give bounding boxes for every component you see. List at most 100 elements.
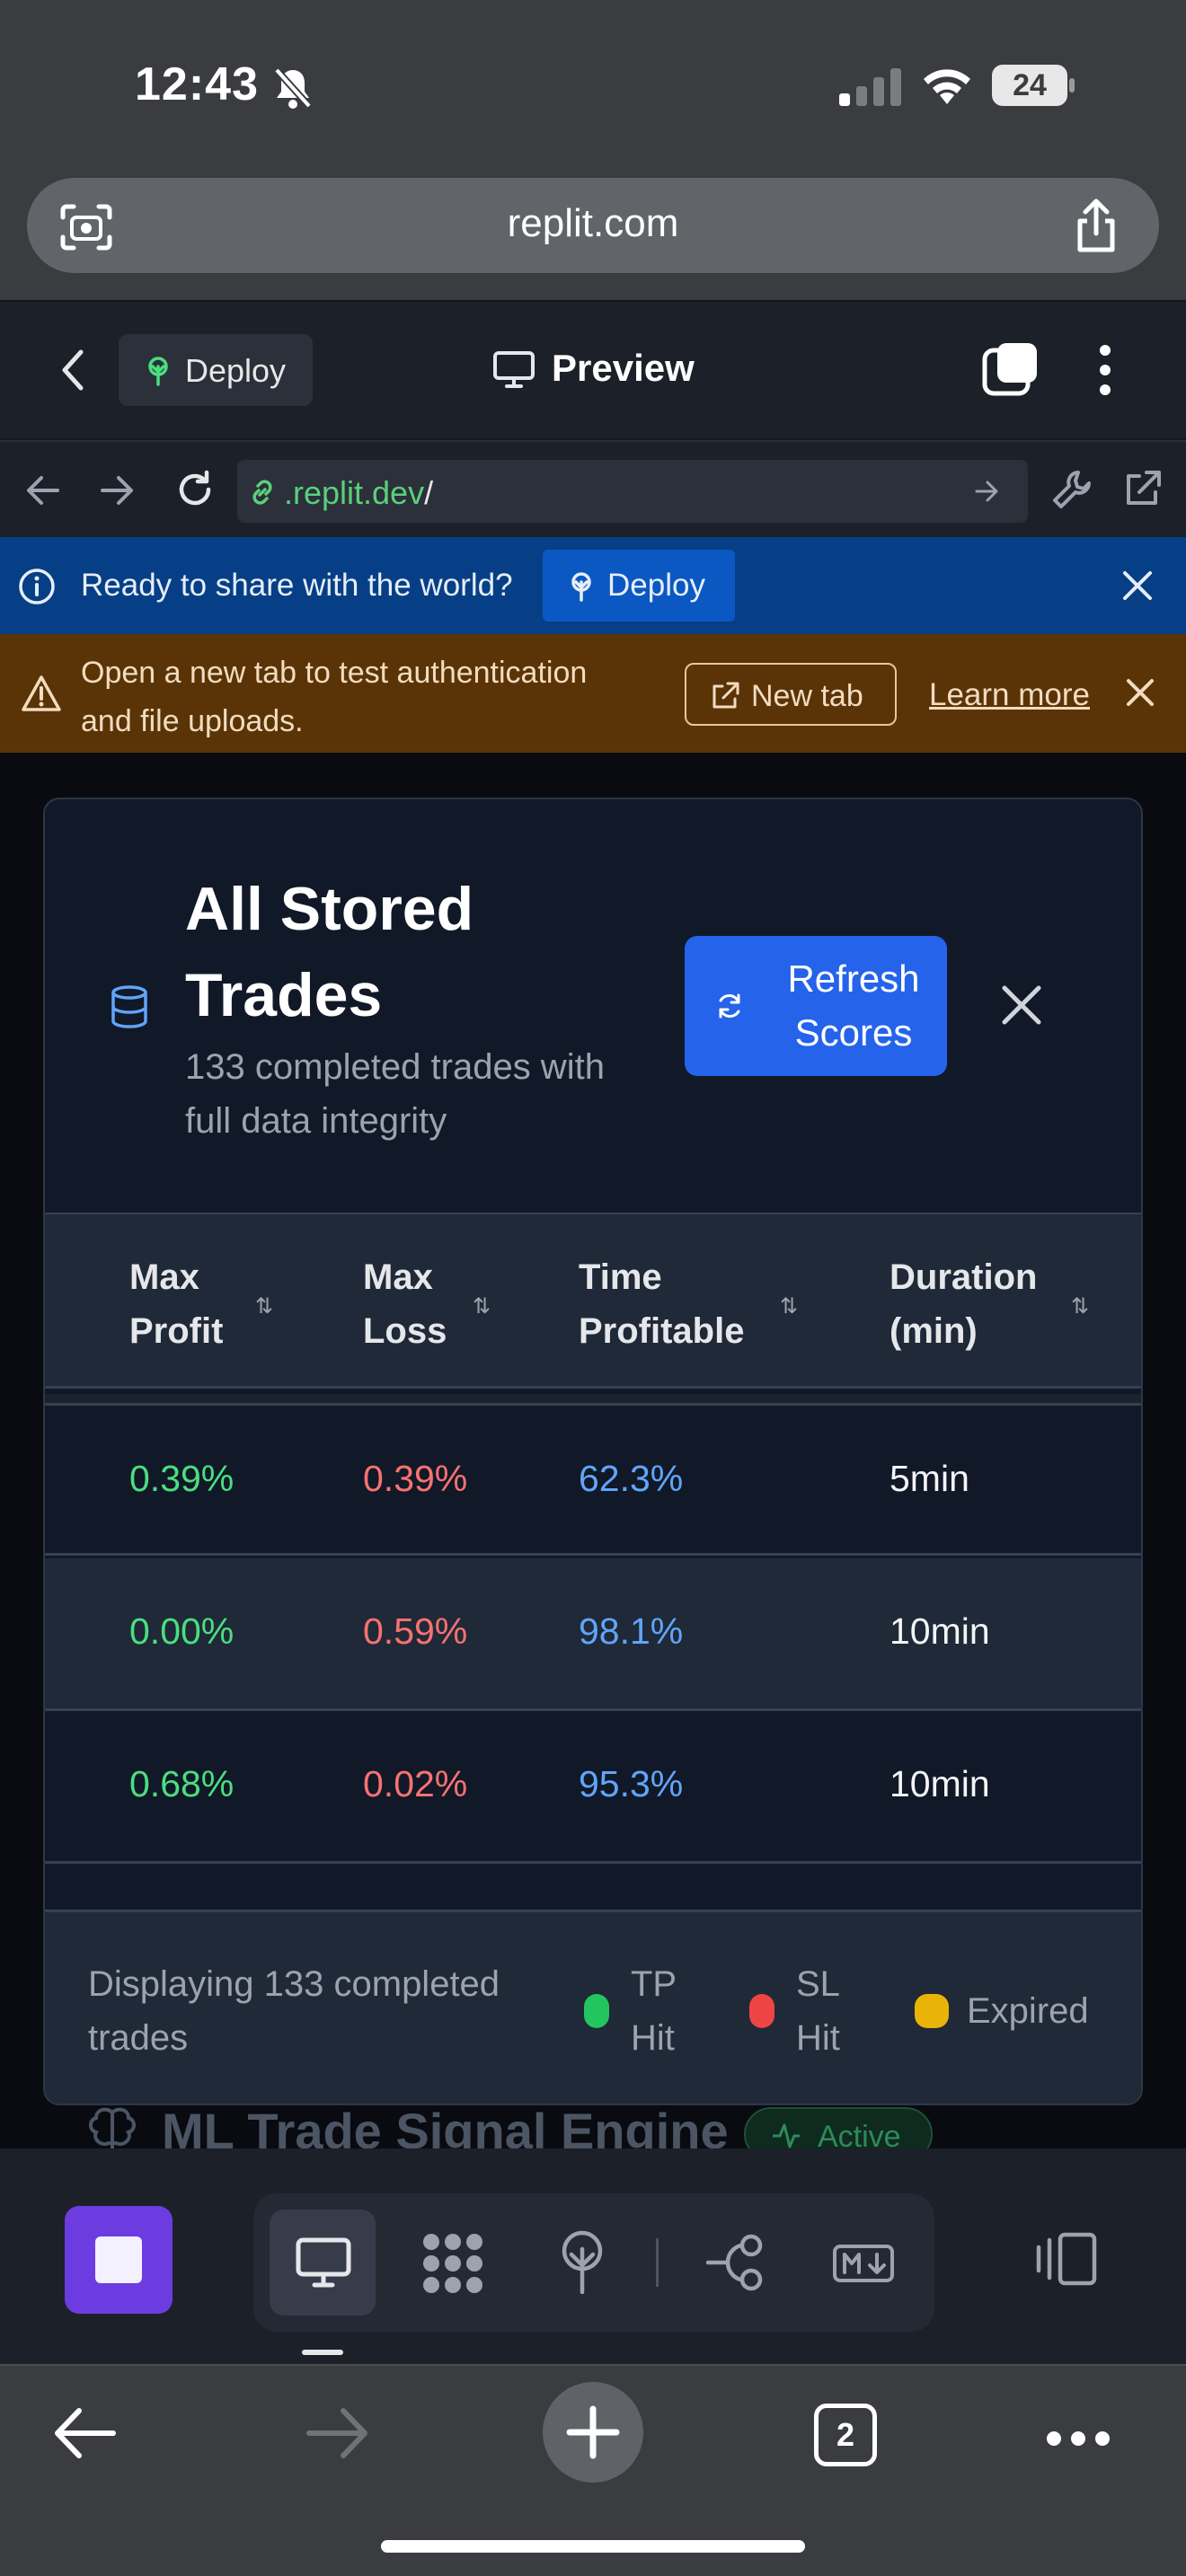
max-profit-cell: 0.39% <box>129 1458 235 1499</box>
refresh-scores-label: Refresh Scores <box>787 957 920 1054</box>
sort-icon[interactable]: ⇅ <box>255 1293 273 1319</box>
column-header-max-profit[interactable]: Max Profit <box>129 1250 223 1358</box>
new-tab-button[interactable]: New tab <box>685 663 897 726</box>
legend-dot-tp <box>584 1994 609 2028</box>
table-footer: Displaying 133 completed trades TP Hit SL… <box>45 1910 1141 2104</box>
max-profit-cell: 0.00% <box>129 1610 235 1652</box>
legend-label-tp: TP Hit <box>631 1964 677 2058</box>
safari-address-bar[interactable]: replit.com <box>27 178 1159 273</box>
max-loss-cell: 0.59% <box>363 1610 468 1652</box>
more-vertical-icon[interactable] <box>1094 343 1116 397</box>
split-view-icon[interactable] <box>1033 2231 1098 2287</box>
external-link-icon[interactable] <box>1121 469 1163 510</box>
plus-icon <box>566 2405 620 2459</box>
sort-icon[interactable]: ⇅ <box>1071 1293 1089 1319</box>
refresh-scores-button[interactable]: Refresh Scores <box>685 936 947 1076</box>
column-header-max-loss[interactable]: Max Loss <box>363 1250 447 1358</box>
ios-top-chrome: 12:43 24 replit.com <box>0 0 1186 300</box>
close-icon[interactable] <box>1121 569 1154 602</box>
tabs-square-icon[interactable] <box>981 340 1040 399</box>
more-horizontal-icon[interactable] <box>1046 2430 1111 2447</box>
warning-icon <box>20 674 63 713</box>
external-link-icon <box>710 681 740 711</box>
share-banner: Ready to share with the world? Deploy <box>0 537 1186 634</box>
time-profitable-cell: 62.3% <box>579 1458 684 1499</box>
tool-switcher <box>253 2193 934 2332</box>
deploy-label: Deploy <box>185 352 287 389</box>
workspace-dots-icon[interactable] <box>419 2231 487 2296</box>
table-header: Max Profit ⇅ Max Loss ⇅ Time Profitable ⇅ D… <box>45 1213 1141 1389</box>
home-indicator <box>381 2540 805 2553</box>
safari-back-icon[interactable] <box>52 2405 117 2461</box>
max-profit-cell: 0.68% <box>129 1763 235 1804</box>
nav-forward-icon[interactable] <box>99 474 135 507</box>
share-deploy-label: Deploy <box>607 568 705 603</box>
new-tab-label: New tab <box>751 679 863 713</box>
tabs-count-button[interactable]: 2 <box>814 2404 877 2466</box>
max-loss-cell: 0.02% <box>363 1763 468 1804</box>
learn-more-link[interactable]: Learn more <box>929 677 1090 713</box>
legend-dot-sl <box>749 1994 774 2028</box>
status-time: 12:43 <box>135 58 259 110</box>
close-modal-icon[interactable] <box>1001 984 1042 1026</box>
duration-cell: 10min <box>890 1610 990 1652</box>
git-branch-icon[interactable] <box>704 2233 767 2292</box>
go-arrow-icon[interactable] <box>974 480 1001 503</box>
replit-bottom-toolbar <box>0 2148 1186 2364</box>
toolbar-divider <box>656 2238 659 2287</box>
sort-icon[interactable]: ⇅ <box>473 1293 491 1319</box>
share-icon[interactable] <box>1073 198 1120 253</box>
webview-url-field[interactable]: .replit.dev/ <box>237 460 1028 523</box>
monitor-icon <box>295 2236 352 2289</box>
monitor-icon <box>492 350 535 388</box>
link-icon <box>246 476 279 508</box>
back-chevron-icon[interactable] <box>59 347 86 393</box>
footer-count-text: Displaying 133 completed trades <box>88 1964 500 2058</box>
deploy-icon <box>142 354 174 386</box>
legend-label-expired: Expired <box>967 1991 1089 2031</box>
duration-cell: 5min <box>890 1458 969 1499</box>
sort-icon[interactable]: ⇅ <box>780 1293 798 1319</box>
activity-icon <box>771 2122 801 2150</box>
active-tab-indicator <box>302 2350 343 2355</box>
table-row[interactable]: 0.68% 0.02% 95.3% 10min <box>45 1711 1141 1864</box>
new-tab-plus-button[interactable] <box>543 2382 643 2483</box>
webview-url: .replit.dev/ <box>284 474 434 511</box>
column-header-time-profitable[interactable]: Time Profitable <box>579 1250 744 1358</box>
replit-header: Deploy Preview <box>0 302 1186 438</box>
deploy-icon[interactable] <box>555 2228 609 2294</box>
deploy-icon <box>566 569 597 602</box>
battery-icon: 24 <box>992 65 1075 106</box>
safari-url: replit.com <box>507 201 679 245</box>
safari-forward-icon[interactable] <box>305 2405 370 2461</box>
close-icon[interactable] <box>1125 677 1155 708</box>
preview-tool-button[interactable] <box>270 2210 376 2316</box>
legend-dot-expired <box>915 1994 949 2028</box>
webview-browser-bar: .replit.dev/ <box>0 440 1186 537</box>
stored-trades-modal: All Stored Trades 133 completed trades w… <box>43 798 1143 2105</box>
stop-button[interactable] <box>65 2206 173 2314</box>
duration-cell: 10min <box>890 1763 990 1804</box>
legend-label-sl: SL Hit <box>796 1964 840 2058</box>
page-title: Preview <box>552 347 695 389</box>
max-loss-cell: 0.39% <box>363 1458 468 1499</box>
stop-icon <box>95 2236 142 2283</box>
deploy-button[interactable]: Deploy <box>119 334 313 406</box>
silent-bell-icon <box>273 66 313 110</box>
nav-back-icon[interactable] <box>25 474 61 507</box>
auth-banner-text: Open a new tab to test authentication an… <box>81 656 588 738</box>
modal-subtitle: 133 completed trades with full data inte… <box>185 1047 605 1141</box>
share-banner-text: Ready to share with the world? <box>81 568 513 603</box>
wrench-icon[interactable] <box>1051 469 1093 510</box>
table-row[interactable]: 0.39% 0.39% 62.3% 5min <box>45 1403 1141 1556</box>
share-deploy-button[interactable]: Deploy <box>543 550 735 622</box>
column-header-duration[interactable]: Duration (min) <box>890 1250 1037 1358</box>
refresh-icon <box>715 992 744 1020</box>
info-icon <box>18 568 56 605</box>
auth-warning-banner: Open a new tab to test authentication an… <box>0 634 1186 753</box>
table-row[interactable]: 0.00% 0.59% 98.1% 10min <box>45 1558 1141 1711</box>
time-profitable-cell: 98.1% <box>579 1610 684 1652</box>
cellular-signal-icon <box>839 68 902 106</box>
reload-icon[interactable] <box>174 469 216 510</box>
markdown-icon[interactable] <box>832 2244 895 2283</box>
